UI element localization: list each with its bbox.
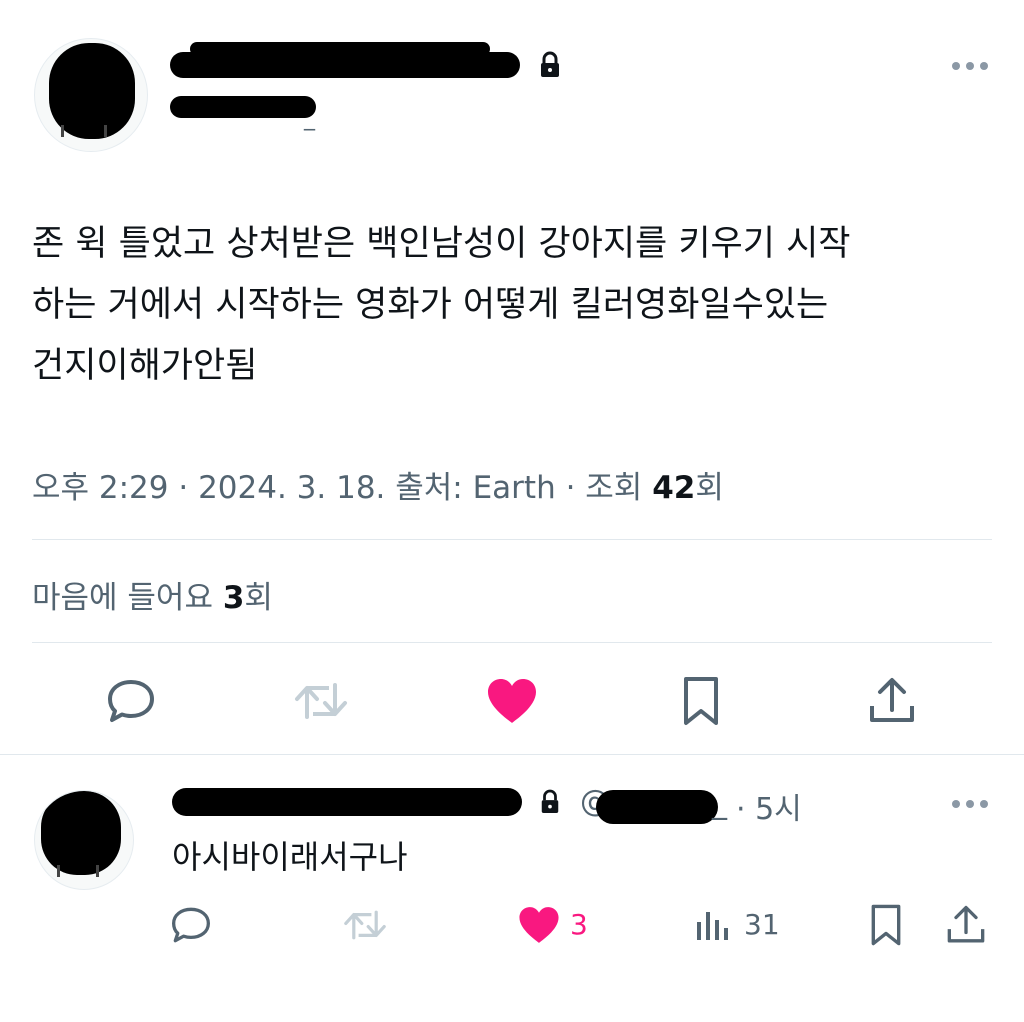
heart-icon[interactable] [484,676,540,726]
author-handle-redaction [170,94,320,130]
reply-name-redaction [172,784,532,824]
share-icon[interactable] [944,902,988,948]
reply-handle-tail: _ [712,786,727,821]
views-icon[interactable] [692,906,732,944]
reply-icon[interactable] [168,904,214,946]
tweet-text-line: 건지이해가안됨 [32,346,258,386]
lock-icon [536,788,564,816]
likes-label: 마음에 들어요 [32,580,223,616]
view-suffix: 회 [695,470,724,506]
tweet-text-line: 하는 거에서 시작하는 영화가 어떻게 킬러영화일수있는 [32,285,829,325]
retweet-icon[interactable] [340,906,390,944]
tweet-text-line: 존 윅 틀었고 상처받은 백인남성이 강아지를 키우기 시작 [32,224,851,264]
author-avatar[interactable] [34,38,148,152]
avatar-legs [61,125,107,137]
reply-handle-redaction [596,786,726,830]
reply-text: 아시바이래서구나 [172,838,408,876]
lock-icon [535,50,565,80]
more-icon[interactable] [948,56,992,76]
likes-summary[interactable]: 마음에 들어요 3회 [32,572,273,617]
author-name-redaction [170,42,530,92]
divider [32,539,992,540]
reply-time: · 5시 [736,792,802,827]
reply-icon[interactable] [104,676,158,726]
reply-avatar[interactable] [34,790,134,890]
tweet-timestamp: 오후 2:29 · 2024. 3. 18. 출처: Earth · 조회 [32,470,653,506]
share-icon[interactable] [866,674,918,728]
retweet-icon[interactable] [290,678,352,724]
tweet-text: 존 윅 틀었고 상처받은 백인남성이 강아지를 키우기 시작 하는 거에서 시작… [32,214,992,397]
bookmark-icon[interactable] [678,674,724,728]
likes-count: 3 [222,580,245,616]
more-icon[interactable] [948,794,992,814]
tweet-meta: 오후 2:29 · 2024. 3. 18. 출처: Earth · 조회 42… [32,462,724,507]
author-handle-tail: _ [304,106,315,131]
reply-like-count: 3 [570,908,588,941]
avatar-legs [57,865,99,877]
view-count: 42 [652,470,696,506]
avatar-redaction [41,791,121,875]
section-divider [0,754,1024,755]
likes-suffix: 회 [244,580,273,616]
reply-view-count: 31 [744,908,780,941]
heart-icon[interactable] [516,904,562,946]
bookmark-icon[interactable] [866,902,906,948]
divider [32,642,992,643]
